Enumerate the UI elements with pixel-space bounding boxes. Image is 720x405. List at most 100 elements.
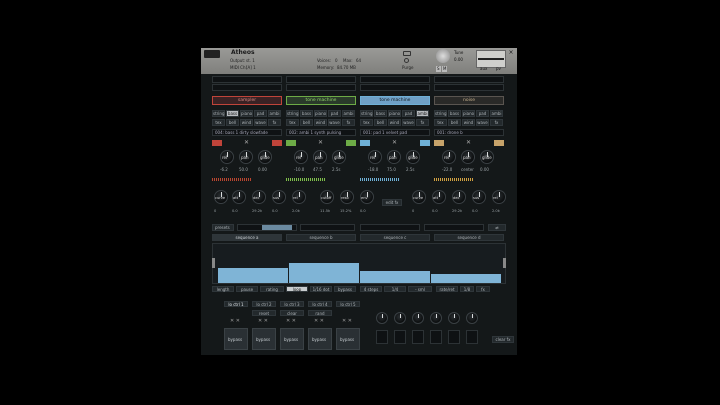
category-button[interactable]: string — [360, 110, 373, 117]
category-button[interactable]: wind — [462, 119, 475, 126]
edit-fx-button[interactable]: edit fx — [382, 199, 402, 206]
sequencer-slot-3[interactable] — [360, 224, 420, 231]
engine-top-slot[interactable] — [434, 84, 504, 91]
lfo-tab[interactable]: lo ctrl 4 — [308, 301, 332, 307]
lfo-tab[interactable]: lo ctrl 5 — [336, 301, 360, 307]
max-value[interactable]: 64 — [356, 58, 361, 64]
sequence-option-button[interactable]: 1/4 — [384, 286, 406, 292]
engine-color-button[interactable] — [360, 140, 370, 146]
output-value[interactable]: st. 1 — [246, 58, 255, 64]
sequence-step-bar[interactable] — [289, 263, 359, 283]
engine-top-slot[interactable] — [286, 76, 356, 83]
lfo-tab[interactable]: lo ctrl 1 — [224, 301, 248, 307]
close-icon[interactable]: ✕ ✕ — [342, 318, 352, 324]
macro-knob[interactable] — [466, 312, 478, 324]
aux-button[interactable]: aux — [480, 66, 487, 72]
category-button[interactable]: tex — [286, 119, 299, 126]
category-button[interactable]: pad — [476, 110, 489, 117]
engine-color-button[interactable] — [272, 140, 282, 146]
engine-type-button[interactable]: tone machine — [286, 96, 356, 105]
preset-dropdown[interactable]: 004: bass 1 dirty slowfade — [212, 129, 282, 136]
left-scroll-handle[interactable] — [212, 258, 215, 268]
category-button[interactable]: pad — [328, 110, 341, 117]
engine-color-button[interactable] — [286, 140, 296, 146]
close-icon[interactable]: × — [508, 50, 514, 56]
preset-dropdown[interactable]: 001: drone b — [434, 129, 504, 136]
category-button[interactable]: fx — [416, 119, 429, 126]
category-button[interactable]: piano — [240, 110, 253, 117]
engine-top-slot[interactable] — [212, 84, 282, 91]
category-button[interactable]: tex — [434, 119, 447, 126]
shuffle-icon[interactable]: ✕ — [466, 139, 471, 146]
sequencer-menu-button[interactable]: ⇄ — [488, 224, 506, 231]
close-icon[interactable]: ✕ ✕ — [314, 318, 324, 324]
shuffle-icon[interactable]: ✕ — [392, 139, 397, 146]
macro-slot[interactable] — [394, 330, 406, 344]
close-icon[interactable]: ✕ ✕ — [258, 318, 268, 324]
lfo-tab[interactable]: lo ctrl 2 — [252, 301, 276, 307]
category-button[interactable]: wave — [328, 119, 341, 126]
shuffle-icon[interactable]: ✕ — [318, 139, 323, 146]
engine-top-slot[interactable] — [212, 76, 282, 83]
sequence-option-button[interactable]: 1/16 dot — [310, 286, 332, 292]
macro-knob[interactable] — [448, 312, 460, 324]
category-button[interactable]: wind — [388, 119, 401, 126]
preset-dropdown[interactable]: 001: pad 1 velvet pad — [360, 129, 430, 136]
category-button[interactable]: bell — [300, 119, 313, 126]
sequencer-slot-4[interactable] — [424, 224, 484, 231]
sequence-option-button[interactable]: length — [212, 286, 234, 292]
macro-slot[interactable] — [466, 330, 478, 344]
lfo-action-button[interactable]: clear — [280, 310, 304, 316]
engine-color-button[interactable] — [212, 140, 222, 146]
category-button[interactable]: pad — [402, 110, 415, 117]
engine-type-button[interactable]: sampler — [212, 96, 282, 105]
category-button[interactable]: string — [286, 110, 299, 117]
sequence-tab[interactable]: sequence c — [360, 234, 430, 241]
category-button[interactable]: ambi — [416, 110, 429, 117]
macro-knob[interactable] — [430, 312, 442, 324]
solo-button[interactable]: S — [436, 66, 441, 72]
sequence-step-bar[interactable] — [431, 274, 501, 283]
macro-slot[interactable] — [412, 330, 424, 344]
category-button[interactable]: bell — [226, 119, 239, 126]
right-scroll-handle[interactable] — [503, 258, 506, 268]
category-button[interactable]: bass — [300, 110, 313, 117]
sequence-option-button[interactable]: fx — [476, 286, 490, 292]
category-button[interactable]: wind — [314, 119, 327, 126]
sequence-option-button[interactable]: - sml — [408, 286, 432, 292]
sequence-step-bar[interactable] — [218, 268, 288, 283]
engine-top-slot[interactable] — [434, 76, 504, 83]
category-button[interactable]: piano — [388, 110, 401, 117]
category-button[interactable]: string — [212, 110, 225, 117]
tune-knob[interactable] — [436, 49, 450, 63]
midi-value[interactable]: [A] 1 — [246, 65, 256, 71]
macro-knob[interactable] — [412, 312, 424, 324]
lfo-action-button[interactable]: reset — [252, 310, 276, 316]
engine-type-button[interactable]: noise — [434, 96, 504, 105]
engine-top-slot[interactable] — [360, 76, 430, 83]
category-button[interactable]: fx — [490, 119, 503, 126]
engine-top-slot[interactable] — [286, 84, 356, 91]
macro-knob[interactable] — [394, 312, 406, 324]
category-button[interactable]: bass — [374, 110, 387, 117]
sequencer-slot-2[interactable] — [300, 224, 355, 231]
category-button[interactable]: wave — [402, 119, 415, 126]
engine-top-slot[interactable] — [360, 84, 430, 91]
shuffle-icon[interactable]: ✕ — [244, 139, 249, 146]
lfo-action-button[interactable]: rand — [308, 310, 332, 316]
sequence-option-button[interactable]: rating — [260, 286, 284, 292]
sequence-option-button[interactable]: loop — [286, 286, 308, 292]
info-icon[interactable] — [404, 58, 409, 63]
engine-color-button[interactable] — [434, 140, 444, 146]
sequence-option-button[interactable]: 1/8 — [460, 286, 474, 292]
macro-knob[interactable] — [376, 312, 388, 324]
presets-dropdown[interactable]: presets — [212, 224, 234, 231]
preset-dropdown[interactable]: 002: ambi 1 synth pulsing — [286, 129, 356, 136]
macro-slot[interactable] — [430, 330, 442, 344]
macro-slot[interactable] — [376, 330, 388, 344]
category-button[interactable]: bass — [448, 110, 461, 117]
close-icon[interactable]: ✕ ✕ — [286, 318, 296, 324]
camera-icon[interactable] — [403, 51, 411, 56]
engine-color-button[interactable] — [420, 140, 430, 146]
sequence-option-button[interactable]: 4 steps — [360, 286, 382, 292]
